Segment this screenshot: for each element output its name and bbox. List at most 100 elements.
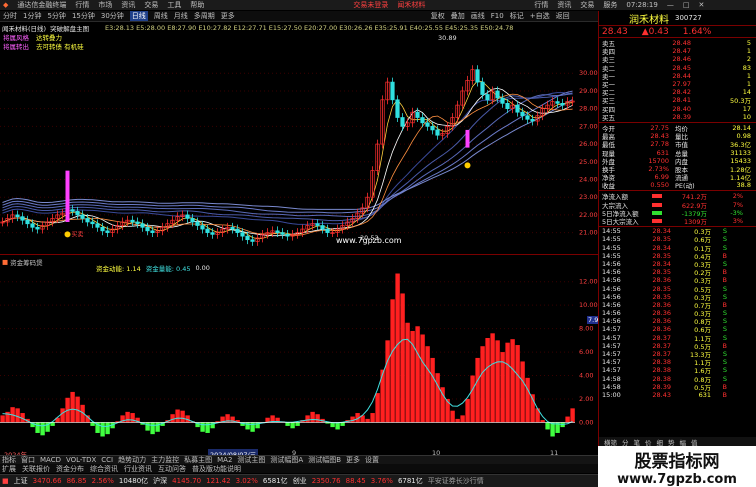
sh-label[interactable]: 上证 <box>14 476 28 486</box>
funds-bar <box>545 422 550 430</box>
menu-gongju[interactable]: 工具 <box>167 0 181 10</box>
hs-label[interactable]: 沪深 <box>153 476 167 486</box>
funds-bar <box>205 422 210 433</box>
tick-list: 14:55 28.34 0.3万 S 14:55 28.35 0.6万 S 14:55 28.34… <box>599 227 756 399</box>
funds-bar <box>175 409 180 423</box>
stat-val-1: 28.43 <box>650 132 669 141</box>
info-link[interactable]: 综合资讯 <box>90 464 118 474</box>
period-30min[interactable]: 30分钟 <box>101 11 124 21</box>
quote-tab[interactable]: 势 <box>668 437 675 447</box>
funds-bar <box>515 345 520 423</box>
quote-tab[interactable]: 值 <box>691 437 698 447</box>
candle-body <box>530 118 535 122</box>
buy-label: 买五 <box>602 113 615 122</box>
btn-huaxian[interactable]: 画线 <box>471 11 485 21</box>
menu-zixun[interactable]: 资讯 <box>121 0 135 10</box>
tick-side: B <box>722 341 727 350</box>
period-multi[interactable]: 多周期 <box>194 11 215 21</box>
period-more[interactable]: 更多 <box>221 11 235 21</box>
win-btn-zixun[interactable]: 资讯 <box>557 0 571 10</box>
quote-tab[interactable]: 分 <box>622 437 629 447</box>
info-link[interactable]: 行业资讯 <box>124 464 152 474</box>
period-day-active[interactable]: 日线 <box>129 11 148 21</box>
tick-side: S <box>722 284 727 293</box>
candle-body <box>105 230 110 233</box>
stat-val-1: 2.73% <box>648 164 669 173</box>
promo-login[interactable]: 交易未登录 <box>353 0 388 10</box>
flow-pct: -3% <box>730 208 743 217</box>
funds-bar <box>200 422 205 432</box>
funds-bar <box>455 418 460 423</box>
sell-vol: 83 <box>742 63 751 72</box>
period-month[interactable]: 月线 <box>174 11 188 21</box>
info-link[interactable]: 资金分布 <box>56 464 84 474</box>
y-tick-label: 12.00 <box>579 278 598 286</box>
buy-row[interactable]: 买五 28.39 10 <box>599 113 756 122</box>
win-btn-jiaoyi[interactable]: 交易 <box>580 0 594 10</box>
btn-add-watchlist[interactable]: +自选 <box>530 11 550 21</box>
promo-stock[interactable]: 闻禾材料 <box>397 0 425 10</box>
period-fenshi[interactable]: 分时 <box>3 11 17 21</box>
period-15min[interactable]: 15分钟 <box>72 11 95 21</box>
candle-body <box>320 225 325 230</box>
minimize-icon[interactable]: — <box>667 1 674 9</box>
quote-tab[interactable]: 横筛 <box>604 437 617 447</box>
info-link[interactable]: 关联报价 <box>22 464 50 474</box>
tick-price: 28.37 <box>652 350 671 359</box>
candle-body <box>200 225 205 230</box>
flow-value: 1309万 <box>683 218 707 227</box>
candle-body <box>480 81 485 95</box>
funds-bar <box>505 342 510 423</box>
stat-key-2: PE(动) <box>675 182 695 191</box>
tick-price: 28.38 <box>652 374 671 383</box>
tick-time: 14:57 <box>602 358 621 367</box>
close-icon[interactable]: ✕ <box>698 1 704 9</box>
quote-tab[interactable]: 价 <box>645 437 652 447</box>
candle-body <box>205 228 210 233</box>
price-pct: 1.64% <box>682 26 712 37</box>
y-tick-label: 28.00 <box>579 105 598 113</box>
quote-tab[interactable]: 笔 <box>634 437 641 447</box>
period-week[interactable]: 周线 <box>154 11 168 21</box>
tick-time: 14:55 <box>602 235 621 244</box>
tick-row: 14:58 28.39 0.5万 B <box>599 382 756 392</box>
funds-bar <box>415 326 420 423</box>
menu-jiaoyi[interactable]: 交易 <box>144 0 158 10</box>
funds-bar <box>470 375 475 423</box>
btn-biaoji[interactable]: 标记 <box>510 11 524 21</box>
sell-price: 28.44 <box>672 71 691 80</box>
menu-app-name[interactable]: 通达信金融终端 <box>17 0 66 10</box>
period-1min[interactable]: 1分钟 <box>23 11 41 21</box>
info-link[interactable]: 扩展 <box>2 464 16 474</box>
cy-label[interactable]: 创业 <box>293 476 307 486</box>
maximize-icon[interactable]: □ <box>683 1 690 9</box>
period-5min[interactable]: 5分钟 <box>47 11 65 21</box>
sub-indicator-chart[interactable]: ■ 资金筹码煲 资金动能: 1.14 资金量能: 0.45 0.00 12.00… <box>0 256 604 459</box>
menu-bangzhu[interactable]: 帮助 <box>190 0 204 10</box>
menu-hangqing[interactable]: 行情 <box>75 0 89 10</box>
quote-bottom-tabs: 横筛分笔价细势幅值 <box>599 437 756 447</box>
tick-side: B <box>722 268 727 277</box>
win-btn-fuwu[interactable]: 服务 <box>603 0 617 10</box>
quote-tab[interactable]: 细 <box>657 437 664 447</box>
funds-bar <box>460 415 465 423</box>
win-btn-hangqing[interactable]: 行情 <box>534 0 548 10</box>
main-kline-chart[interactable]: 闻禾材料(日线) 突破解盘主图 E3:28.13 E5:28.00 E8:27.… <box>0 22 598 255</box>
tick-time: 14:58 <box>602 382 621 391</box>
sell-price: 28.48 <box>672 39 691 48</box>
btn-back[interactable]: 返回 <box>556 11 570 21</box>
signal-candle <box>465 129 470 148</box>
candle-body <box>135 221 140 225</box>
candle-body <box>500 97 505 104</box>
news-ticker[interactable]: 平安证券长沙行情 <box>428 476 484 486</box>
quote-tab[interactable]: 幅 <box>680 437 687 447</box>
info-link[interactable]: 互动问答 <box>158 464 186 474</box>
info-link[interactable]: 普及版功能说明 <box>192 464 241 474</box>
sh-val: 3470.66 <box>32 477 62 485</box>
menu-shichang[interactable]: 市场 <box>98 0 112 10</box>
tick-row: 15:00 28.43 631 B <box>599 391 756 399</box>
btn-f10[interactable]: F10 <box>491 12 504 20</box>
btn-diejia[interactable]: 叠加 <box>451 11 465 21</box>
candle-body <box>80 214 85 219</box>
btn-fuquan[interactable]: 复权 <box>431 11 445 21</box>
